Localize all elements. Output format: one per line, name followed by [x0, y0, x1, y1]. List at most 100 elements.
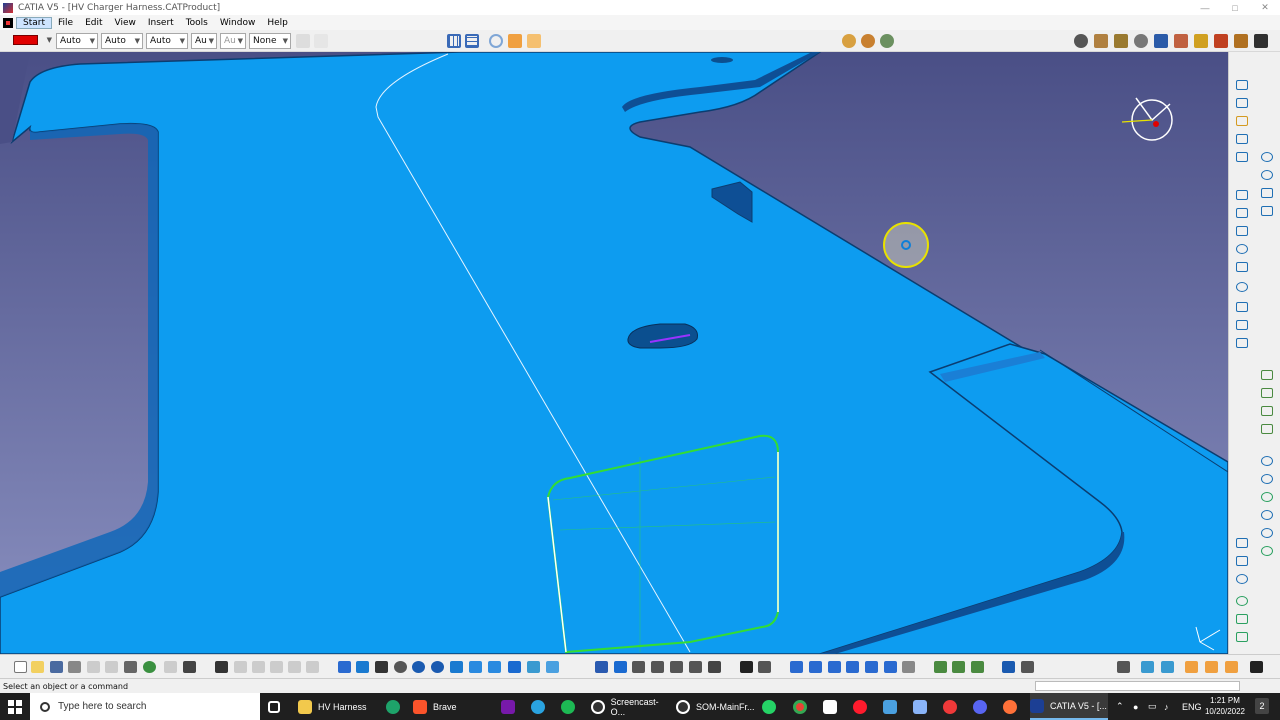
harness-tool-icon-5[interactable] [708, 661, 721, 673]
volume-icon[interactable]: ♪ [1164, 693, 1169, 720]
view-icon-1[interactable] [790, 661, 803, 673]
onenote-icon[interactable] [501, 693, 521, 720]
sketch-tool-icon-3[interactable] [1236, 134, 1248, 144]
harness-tool-icon-4[interactable] [689, 661, 702, 673]
fit-all-icon[interactable] [356, 661, 369, 673]
snap-grid-icon[interactable] [465, 34, 479, 48]
analysis-icon-2[interactable] [758, 661, 771, 673]
menu-view[interactable]: View [109, 18, 142, 28]
tool-icon-2[interactable] [952, 661, 965, 673]
table-icon[interactable] [288, 661, 301, 673]
whats-this-icon[interactable] [183, 661, 196, 673]
constraint-icon-3[interactable] [1261, 492, 1273, 502]
ellipse-icon[interactable] [1236, 282, 1248, 292]
sketch-tool-icon-4[interactable] [1236, 152, 1248, 162]
rectangle-icon[interactable] [1236, 190, 1248, 200]
operation-icon-3[interactable] [1261, 406, 1273, 416]
shading-icon[interactable] [508, 661, 521, 673]
polygon-icon[interactable] [1236, 208, 1248, 218]
hide-show-icon[interactable] [527, 661, 540, 673]
swap-space-icon[interactable] [546, 661, 559, 673]
window-app-icon[interactable] [913, 693, 933, 720]
tool-icon-10[interactable] [1225, 661, 1238, 673]
tool-icon-1[interactable] [934, 661, 947, 673]
taskbar-item-brave[interactable]: Brave [413, 693, 481, 720]
slot-tool-icon[interactable] [1236, 244, 1248, 254]
menu-insert[interactable]: Insert [142, 18, 180, 28]
constraint-icon-4[interactable] [1261, 510, 1273, 520]
zoom-out-icon[interactable] [431, 661, 444, 673]
assembly-icon-5[interactable] [1154, 34, 1168, 48]
refresh-icon[interactable] [143, 661, 156, 673]
line-type-combo[interactable]: Auto ▼ [146, 33, 188, 49]
constraint-icon-7[interactable] [1236, 632, 1248, 642]
typora-icon[interactable] [823, 693, 843, 720]
layer-type-combo[interactable]: Au ▼ [220, 33, 246, 49]
assembly-icon-6[interactable] [1174, 34, 1188, 48]
taskbar-search[interactable]: Type here to search [30, 693, 260, 720]
constraint-icon-2[interactable] [1261, 474, 1273, 484]
assembly-icon-2[interactable] [1094, 34, 1108, 48]
undo-icon[interactable] [164, 661, 177, 673]
measure-icon[interactable] [234, 661, 247, 673]
multi-view-icon[interactable] [488, 661, 501, 673]
help-icon[interactable] [902, 661, 915, 673]
constraint-icon-6[interactable] [1261, 546, 1273, 556]
pencil-icon[interactable] [1236, 116, 1248, 126]
copy-icon[interactable] [105, 661, 118, 673]
operation-icon-4[interactable] [1261, 424, 1273, 434]
parallelogram-icon[interactable] [1236, 338, 1248, 348]
assembly-icon-3[interactable] [1114, 34, 1128, 48]
zoom-in-icon[interactable] [412, 661, 425, 673]
harness-segment-icon[interactable] [614, 661, 627, 673]
harness-tool-icon-2[interactable] [651, 661, 664, 673]
harness-bundle-icon[interactable] [595, 661, 608, 673]
windows-start-icon[interactable] [8, 700, 22, 714]
properties-icon[interactable] [314, 34, 328, 48]
notification-badge[interactable]: 2 [1255, 698, 1269, 714]
task-view-icon[interactable] [268, 693, 290, 720]
formula-icon[interactable] [215, 661, 228, 673]
discord-icon[interactable] [973, 693, 993, 720]
menu-file[interactable]: File [52, 18, 79, 28]
chrome-icon[interactable] [793, 693, 813, 720]
tool-icon-8[interactable] [1185, 661, 1198, 673]
constraint-icon-5[interactable] [1261, 528, 1273, 538]
harness-icon-3[interactable] [880, 34, 894, 48]
catia-workbench-icon[interactable] [1250, 661, 1263, 673]
harness-tool-icon-1[interactable] [632, 661, 645, 673]
tool-icon-3[interactable] [971, 661, 984, 673]
tool-icon-6[interactable] [1141, 661, 1154, 673]
operation-icon-2[interactable] [1261, 388, 1273, 398]
tray-chevron-icon[interactable]: ⌃ [1116, 693, 1124, 720]
part-geometry[interactable] [0, 52, 1228, 654]
taskbar-clock[interactable]: 1:21 PM 10/20/2022 [1200, 695, 1250, 717]
command-input[interactable] [1035, 681, 1240, 691]
menu-start[interactable]: Start [16, 16, 52, 29]
whatsapp-icon[interactable] [762, 693, 782, 720]
line-weight-combo[interactable]: Auto ▼ [101, 33, 143, 49]
select-icon[interactable] [1117, 661, 1130, 673]
firefox-icon[interactable] [1003, 693, 1023, 720]
circle-tool-icon[interactable] [1261, 170, 1273, 180]
taskbar-item-screencast[interactable]: Screencast-O... [591, 693, 671, 720]
knowledge-icon[interactable] [252, 661, 265, 673]
assembly-icon-8[interactable] [1214, 34, 1228, 48]
color-swatch[interactable] [13, 35, 38, 45]
opera-icon[interactable] [853, 693, 873, 720]
rotate-icon[interactable] [489, 34, 503, 48]
menu-tools[interactable]: Tools [180, 18, 214, 28]
dimension-icon-3[interactable] [1236, 574, 1248, 584]
pan-icon[interactable] [375, 661, 388, 673]
view-icon-3[interactable] [828, 661, 841, 673]
assembly-icon-1[interactable] [1074, 34, 1088, 48]
spotify-icon[interactable] [561, 693, 581, 720]
menu-window[interactable]: Window [214, 18, 262, 28]
point-type-combo[interactable]: Au ▼ [191, 33, 217, 49]
constraint-icon-1[interactable] [1261, 456, 1273, 466]
tool-icon-7[interactable] [1161, 661, 1174, 673]
view-icon-2[interactable] [809, 661, 822, 673]
catalog-icon[interactable] [270, 661, 283, 673]
manipulate-icon[interactable] [527, 34, 541, 48]
taskbar-item-catia[interactable]: CATIA V5 - [... [1030, 693, 1108, 720]
